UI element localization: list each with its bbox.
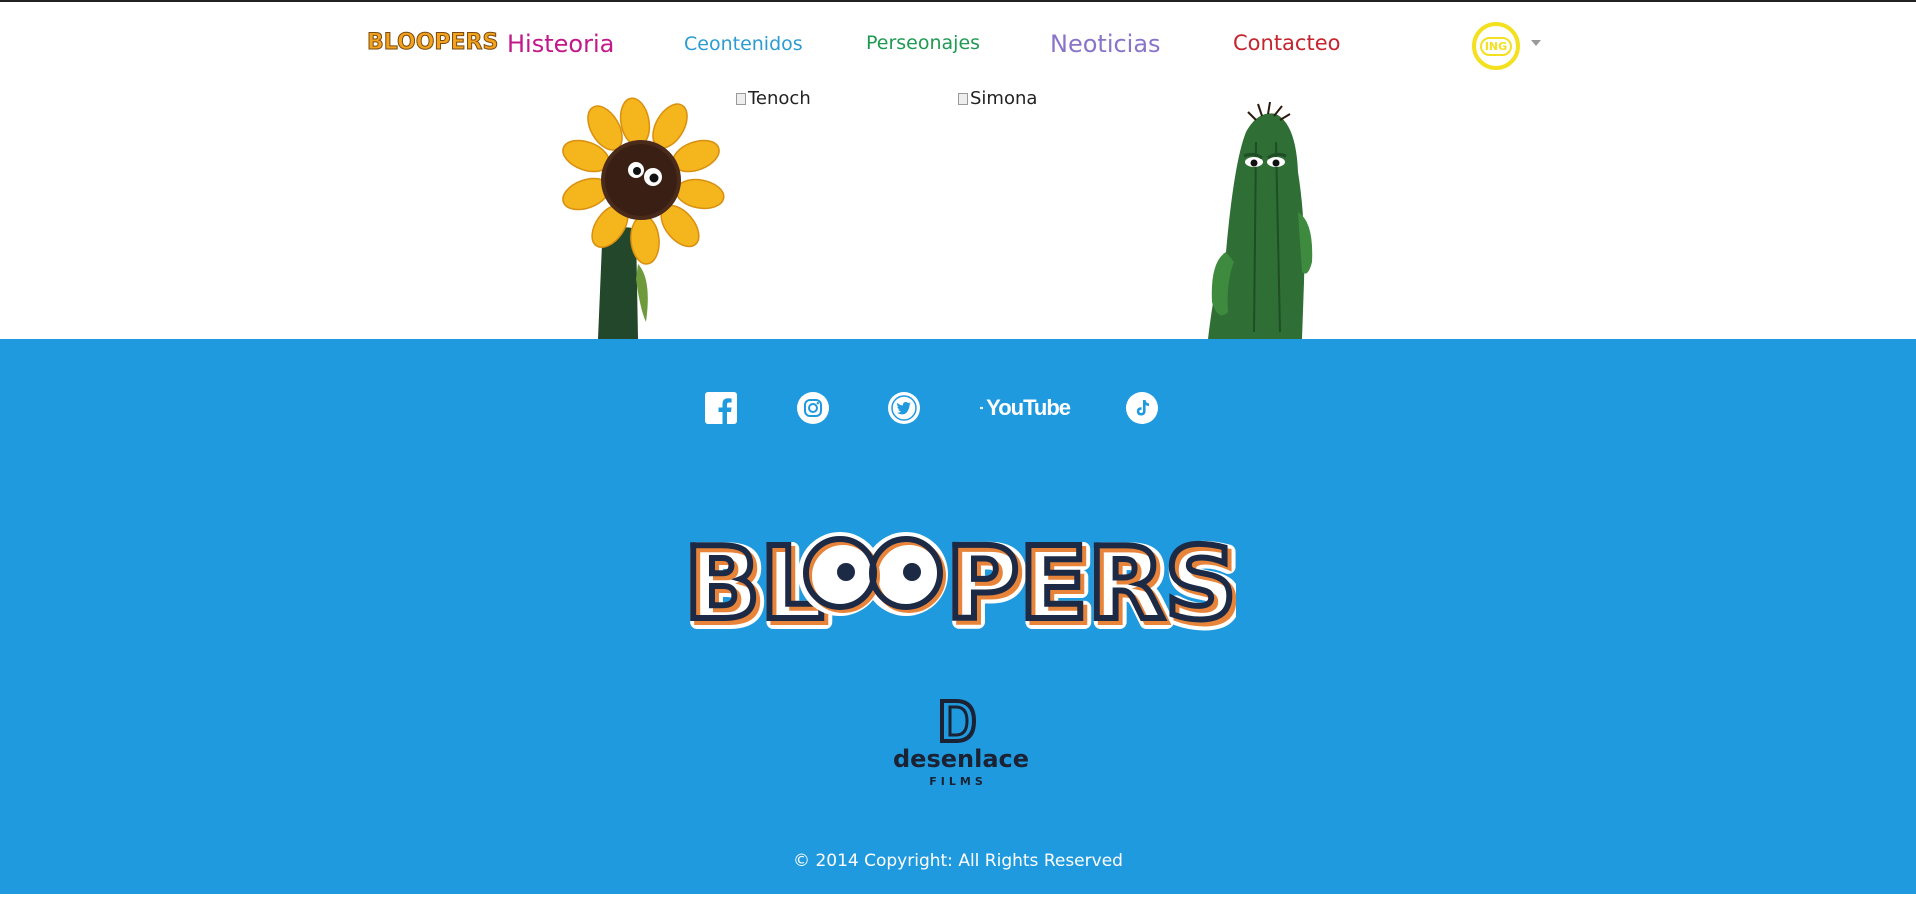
instagram-link[interactable]: [797, 391, 829, 425]
language-label: ING: [1479, 36, 1513, 56]
language-selector-button[interactable]: ING: [1472, 22, 1520, 70]
broken-image-icon: [736, 92, 746, 105]
dropdown-caret-icon[interactable]: [1531, 40, 1541, 46]
facebook-icon: [705, 392, 737, 424]
site-footer: YouTube BL BL BL PERS PERS PERS desenlac…: [0, 339, 1916, 894]
twitter-link[interactable]: [888, 391, 920, 425]
svg-text:PERS: PERS: [946, 525, 1236, 634]
brand-logo-link[interactable]: BLOOPERS: [366, 30, 498, 56]
page-bottom-strip: [0, 894, 1916, 917]
characters-hero: Tenoch Simona: [0, 84, 1916, 339]
producer-subtitle: FILMS: [929, 775, 987, 788]
youtube-wordmark: YouTube: [986, 395, 1071, 420]
youtube-icon: [980, 406, 984, 410]
nav-link-historia[interactable]: Histeoria: [507, 30, 614, 58]
youtube-link[interactable]: YouTube: [980, 391, 1071, 425]
nav-link-contenidos[interactable]: Ceontenidos: [684, 33, 803, 55]
desenlace-mark-icon: [940, 699, 977, 743]
facebook-link[interactable]: [705, 391, 737, 425]
cactus-puppet-image[interactable]: [1196, 102, 1326, 339]
nav-link-noticias[interactable]: Neoticias: [1050, 30, 1161, 58]
copyright-text: © 2014 Copyright: All Rights Reserved: [793, 851, 1123, 871]
tiktok-link[interactable]: [1126, 391, 1158, 425]
producer-name: desenlace: [893, 745, 1030, 773]
tenoch-image-placeholder[interactable]: Tenoch: [736, 88, 811, 109]
broken-image-icon: [958, 92, 968, 105]
sunflower-puppet-image[interactable]: [550, 94, 740, 339]
nav-link-contacto[interactable]: Contacteo: [1233, 31, 1340, 55]
desenlace-films-logo[interactable]: desenlace FILMS: [893, 699, 1030, 788]
main-navbar: BLOOPERS Histeoria Ceontenidos Perseonaj…: [0, 2, 1916, 84]
twitter-icon: [888, 392, 920, 424]
simona-image-placeholder[interactable]: Simona: [958, 88, 1037, 109]
bloopers-footer-logo: BL BL BL PERS PERS PERS: [681, 524, 1236, 634]
tenoch-alt-text: Tenoch: [748, 88, 811, 109]
simona-alt-text: Simona: [970, 88, 1038, 109]
instagram-icon: [797, 392, 829, 424]
nav-link-personajes[interactable]: Perseonajes: [866, 32, 980, 54]
tiktok-icon: [1126, 392, 1158, 424]
